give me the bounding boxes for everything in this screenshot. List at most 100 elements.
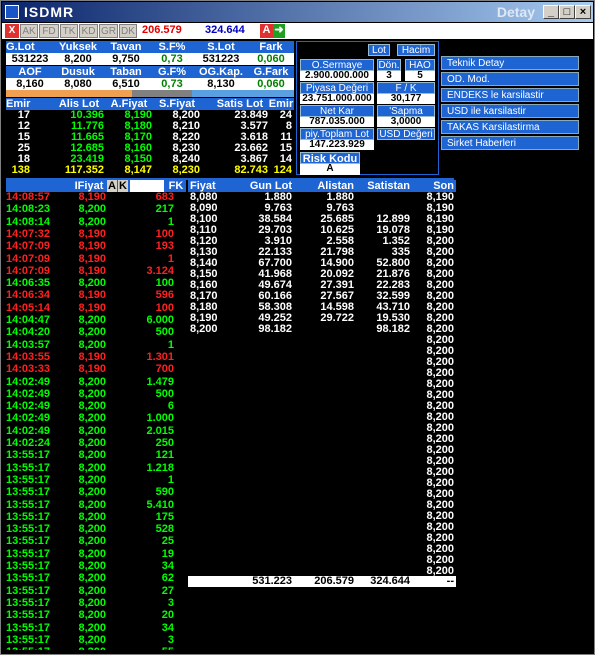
depth-cell xyxy=(190,357,230,368)
sort-a-button[interactable]: A xyxy=(107,180,117,192)
trade-cell: 14:02:49 xyxy=(6,375,51,388)
queue-cell: 82.743 xyxy=(234,164,268,176)
summary-header-cell: Dusuk xyxy=(61,66,95,78)
queue-row: 138 117.352 8,147 8,230 82.743 124 xyxy=(6,165,294,176)
depth-header: Fiyat Gun Lot Alistan Satistan Son xyxy=(188,180,456,192)
side-menu-usd[interactable]: USD ile karsilastir xyxy=(441,104,579,118)
summary-value-cell: 0,73 xyxy=(161,53,183,65)
depth-cell xyxy=(298,500,354,511)
depth-cell xyxy=(358,445,410,456)
depth-cell xyxy=(190,335,230,346)
tab-dk[interactable]: DK xyxy=(119,24,137,38)
depth-cell xyxy=(240,412,292,423)
depth-cell xyxy=(358,368,410,379)
total-alistan: 206.579 xyxy=(314,575,354,587)
depth-cell xyxy=(240,555,292,566)
depth-row: 8,200 xyxy=(188,478,456,489)
trade-cell: 8,200 xyxy=(66,647,106,650)
depth-row: 8,200 xyxy=(188,357,456,368)
trade-cell: 14:03:57 xyxy=(6,338,51,351)
trade-row: 14:08:14 8,200 1 xyxy=(6,215,186,228)
side-menu-od-mod[interactable]: OD. Mod. xyxy=(441,72,579,86)
tab-tk[interactable]: TK xyxy=(60,24,78,38)
trade-row: 13:55:17 8,200 3 xyxy=(6,633,186,646)
trade-cell: 1 xyxy=(167,215,174,228)
lot-button[interactable]: Lot xyxy=(368,44,390,56)
depth-cell xyxy=(358,357,410,368)
trade-cell: 14:08:23 xyxy=(6,203,51,216)
trade-cell: 1 xyxy=(167,473,174,486)
trade-cell: 8,190 xyxy=(78,191,106,203)
depth-cell xyxy=(298,423,354,434)
trade-row: 14:05:14 8,190 100 xyxy=(6,301,186,314)
depth-header-cell: Satistan xyxy=(367,180,410,192)
depth-cell xyxy=(240,522,292,533)
maximize-button[interactable]: □ xyxy=(559,5,575,19)
trade-cell: 14:07:09 xyxy=(6,240,51,253)
queue-cell: 138 xyxy=(11,164,30,176)
net-kar-value: 787.035.000 xyxy=(300,117,374,127)
depth-cell xyxy=(190,368,230,379)
trade-cell: 13:55:17 xyxy=(6,609,51,622)
minimize-button[interactable]: _ xyxy=(543,5,559,19)
side-menu-takas[interactable]: TAKAS Karsilastirma xyxy=(441,120,579,134)
trade-cell: 100 xyxy=(155,277,174,290)
hao-value: 5 xyxy=(405,71,435,81)
trade-cell: 8,200 xyxy=(78,609,106,622)
summary-value-cell: 531223 xyxy=(202,53,240,65)
summary-value-cell: 0,73 xyxy=(161,78,183,90)
trade-cell: 5.410 xyxy=(146,498,174,511)
trade-cell: 8,200 xyxy=(78,560,106,572)
trade-cell: 8,200 xyxy=(78,326,106,339)
depth-cell xyxy=(358,390,410,401)
trade-cell: 1 xyxy=(167,252,174,265)
order-queue: 17 10.396 8,190 8,200 23.849 24 12 11.776 8,180 8… xyxy=(6,110,294,178)
depth-cell xyxy=(240,489,292,500)
depth-row: 8,200 xyxy=(188,445,456,456)
trade-cell: 13:55:17 xyxy=(6,596,51,609)
depth-row: 8,200 98.182 98.182 8,200 xyxy=(188,324,456,335)
tab-fd[interactable]: FD xyxy=(39,24,59,38)
summary-header-cell: Yuksek xyxy=(59,41,97,53)
fk-value: 30,177 xyxy=(377,94,435,104)
hacim-button[interactable]: Hacim xyxy=(397,44,435,56)
side-menu-sirket-haberleri[interactable]: Sirket Haberleri xyxy=(441,136,579,150)
depth-cell xyxy=(240,456,292,467)
depth-row: 8,200 xyxy=(188,412,456,423)
depth-cell xyxy=(358,456,410,467)
trade-cell: 14:02:49 xyxy=(6,424,51,437)
tab-gr[interactable]: GR xyxy=(99,24,118,38)
depth-cell xyxy=(298,544,354,555)
depth-cell xyxy=(358,533,410,544)
tab-kd[interactable]: KD xyxy=(79,24,98,38)
trade-cell: 596 xyxy=(155,289,174,302)
depth-row: 8,110 29.703 10.625 19.078 8,190 xyxy=(188,225,456,236)
depth-cell xyxy=(190,445,230,456)
tab-ak[interactable]: AK xyxy=(20,24,38,38)
close-small-button[interactable]: X xyxy=(5,24,19,38)
company-info-panel: Lot Hacim O.Sermaye 2.900.000.000 Dön. 3… xyxy=(296,41,439,175)
depth-cell xyxy=(358,489,410,500)
trade-cell: 1.479 xyxy=(146,375,174,388)
usd-degeri-button[interactable]: USD Değeri xyxy=(377,128,435,140)
trade-cell: 100 xyxy=(155,301,174,314)
title-bar[interactable]: ISDMR Detay _ □ × xyxy=(2,2,593,22)
a-indicator[interactable]: A xyxy=(260,24,273,38)
trade-cell: 8,200 xyxy=(78,523,106,536)
trade-cell: 121 xyxy=(155,449,174,462)
trade-cell: 2.015 xyxy=(146,424,174,437)
depth-cell xyxy=(190,489,230,500)
side-menu-teknik-detay[interactable]: Teknik Detay xyxy=(441,56,579,70)
close-button[interactable]: × xyxy=(575,5,591,19)
side-menu-endeks[interactable]: ENDEKS le karsilastir xyxy=(441,88,579,102)
depth-cell xyxy=(298,555,354,566)
arrow-right-icon[interactable]: ➜ xyxy=(273,24,285,38)
depth-row: 8,200 xyxy=(188,511,456,522)
trade-cell: 6 xyxy=(167,400,174,413)
trade-cell: 3 xyxy=(167,633,174,646)
summary-header-cell: Tavan xyxy=(110,41,142,53)
sort-k-button[interactable]: K xyxy=(118,180,128,192)
trade-cell: 8,190 xyxy=(78,240,106,253)
trade-cell: 528 xyxy=(155,523,174,536)
menu-bar: X AK FD TK KD GR DK 206.579 324.644 A ➜ xyxy=(2,23,593,39)
